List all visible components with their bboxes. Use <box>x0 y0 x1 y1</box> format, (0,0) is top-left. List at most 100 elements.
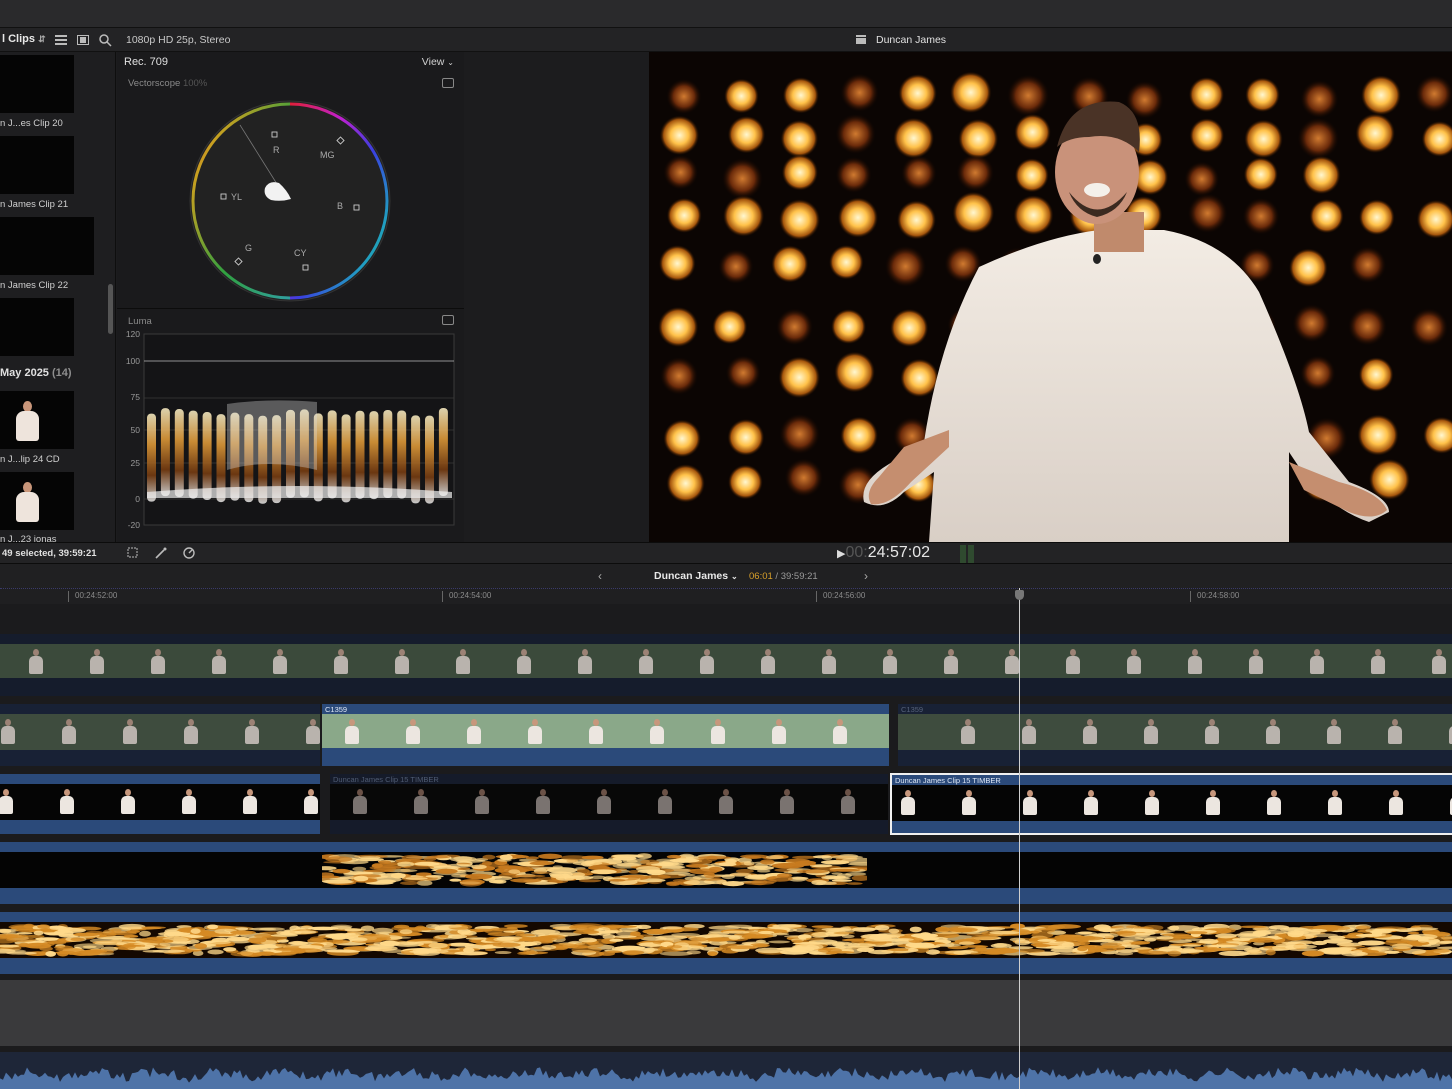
playhead-handle[interactable] <box>1015 590 1024 600</box>
clip-browser: n J...es Clip 20 n James Clip 21 n James… <box>0 52 116 542</box>
waveform-trace <box>188 410 198 499</box>
luma-tick: 100 <box>126 356 140 366</box>
background-light <box>1415 74 1452 113</box>
date-group-header[interactable]: May 2025 (14) <box>0 367 72 379</box>
timeline-clip[interactable] <box>0 774 320 834</box>
transform-icon[interactable] <box>126 546 140 560</box>
history-back-icon[interactable]: ‹ <box>598 569 602 583</box>
window-titlebar <box>0 0 1452 28</box>
timeline-clip[interactable] <box>0 634 1452 696</box>
luma-waveform: 120 100 75 50 25 0 -20 <box>126 330 455 530</box>
clip-thumbnail[interactable] <box>0 391 74 449</box>
waveform-trace <box>327 410 337 499</box>
lights-filmstrip <box>313 853 881 887</box>
waveform-trace <box>369 411 379 500</box>
project-title: Duncan James <box>876 34 947 46</box>
history-forward-icon[interactable]: › <box>864 569 868 583</box>
playback-timecode[interactable]: ▶00:24:57:02 <box>837 544 930 562</box>
timeline-clip-c1359[interactable]: C1359 <box>322 704 889 766</box>
timeline-clip-lights[interactable] <box>0 912 1452 974</box>
clip-frame-figure <box>1126 648 1142 676</box>
background-light <box>1358 357 1394 393</box>
background-light <box>778 356 821 399</box>
vectorscope-label-yl: YL <box>231 192 242 202</box>
ruler-label: 00:24:52:00 <box>75 591 118 600</box>
background-light <box>658 306 699 348</box>
background-light <box>831 309 867 345</box>
scope-settings-icon[interactable] <box>442 315 454 325</box>
luma-tick: 75 <box>131 392 141 402</box>
browser-filter-menu[interactable]: l Clips ⇵ <box>2 33 46 45</box>
filmstrip-view-icon[interactable] <box>76 33 90 47</box>
waveform-trace <box>147 413 156 502</box>
background-light <box>1188 77 1225 113</box>
clip-frame-figure <box>840 788 856 816</box>
background-light <box>727 418 765 456</box>
timeline-clip[interactable] <box>0 704 320 766</box>
clip-frame-figure <box>89 648 105 676</box>
background-light <box>835 113 876 154</box>
clip-thumbnail[interactable] <box>0 217 94 275</box>
clip-frame-figure <box>211 648 227 676</box>
clip-frame-figure <box>1309 648 1325 676</box>
speed-gauge-icon[interactable] <box>182 546 196 560</box>
clip-frame-figure <box>718 788 734 816</box>
list-view-icon[interactable] <box>54 33 68 47</box>
audio-track[interactable] <box>0 1052 1452 1089</box>
background-light <box>956 154 994 192</box>
clip-frame-figure <box>1248 648 1264 676</box>
background-light <box>784 458 823 497</box>
playhead[interactable] <box>1019 588 1020 1089</box>
scope-divider <box>117 308 464 309</box>
clip-frame-figure <box>244 718 260 746</box>
background-light <box>840 73 879 112</box>
background-light <box>835 156 872 193</box>
clip-frame-figure <box>699 648 715 676</box>
browser-view-controls <box>54 33 112 47</box>
clip-frame-figure <box>657 788 673 816</box>
clip-frame-figure <box>1004 648 1020 676</box>
background-light <box>1409 308 1448 347</box>
clip-frame-figure <box>649 718 665 746</box>
clip-preview-person <box>12 395 42 447</box>
search-icon[interactable] <box>98 33 112 47</box>
clip-frame-figure <box>333 648 349 676</box>
waveform-trace <box>438 408 448 497</box>
vectorscope-label-cy: CY <box>294 248 307 258</box>
clip-thumbnail[interactable] <box>0 472 74 530</box>
browser-scrollbar[interactable] <box>108 284 113 334</box>
clip-frame-figure <box>1265 718 1281 746</box>
clip-label: n J...es Clip 20 <box>0 118 63 129</box>
clip-thumbnail[interactable] <box>0 136 74 194</box>
background-light <box>1302 155 1341 195</box>
clip-thumbnail[interactable] <box>0 55 74 113</box>
timeline-ruler[interactable]: 00:24:52:00 00:24:54:00 00:24:56:00 00:2… <box>0 588 1452 604</box>
background-light <box>1288 248 1328 288</box>
scopes-view-menu[interactable]: View ⌄ <box>422 56 454 68</box>
background-light <box>950 71 992 114</box>
enhance-wand-icon[interactable] <box>154 546 168 560</box>
background-light <box>1357 414 1399 456</box>
audio-meter <box>960 545 976 563</box>
clip-frame-figure <box>516 648 532 676</box>
scope-settings-icon[interactable] <box>442 78 454 88</box>
timeline-clip-lights[interactable] <box>0 842 1452 904</box>
background-light <box>1184 161 1220 197</box>
background-light <box>659 115 700 156</box>
clip-frame-figure <box>120 788 136 816</box>
timeline-project-menu[interactable]: Duncan James ⌄ <box>654 570 738 582</box>
background-light <box>900 358 939 398</box>
vectorscope-label-r: R <box>273 145 280 155</box>
background-light <box>1245 77 1280 113</box>
timeline-clip-timber-selected[interactable]: Duncan James Clip 15 TIMBER <box>890 773 1452 835</box>
clip-frame-figure <box>1022 789 1038 817</box>
timeline-clip-timber[interactable]: Duncan James Clip 15 TIMBER <box>330 774 888 834</box>
video-viewer[interactable] <box>649 52 1452 542</box>
vectorscope-label-b: B <box>337 201 343 211</box>
timeline-duration: 06:01 / 39:59:21 <box>749 571 818 582</box>
ruler-label: 00:24:58:00 <box>1197 591 1240 600</box>
clip-thumbnail[interactable] <box>0 298 74 356</box>
clip-frame-figure <box>596 788 612 816</box>
background-light <box>1297 117 1339 159</box>
timeline-clip-c1359[interactable]: C1359 <box>898 704 1452 766</box>
